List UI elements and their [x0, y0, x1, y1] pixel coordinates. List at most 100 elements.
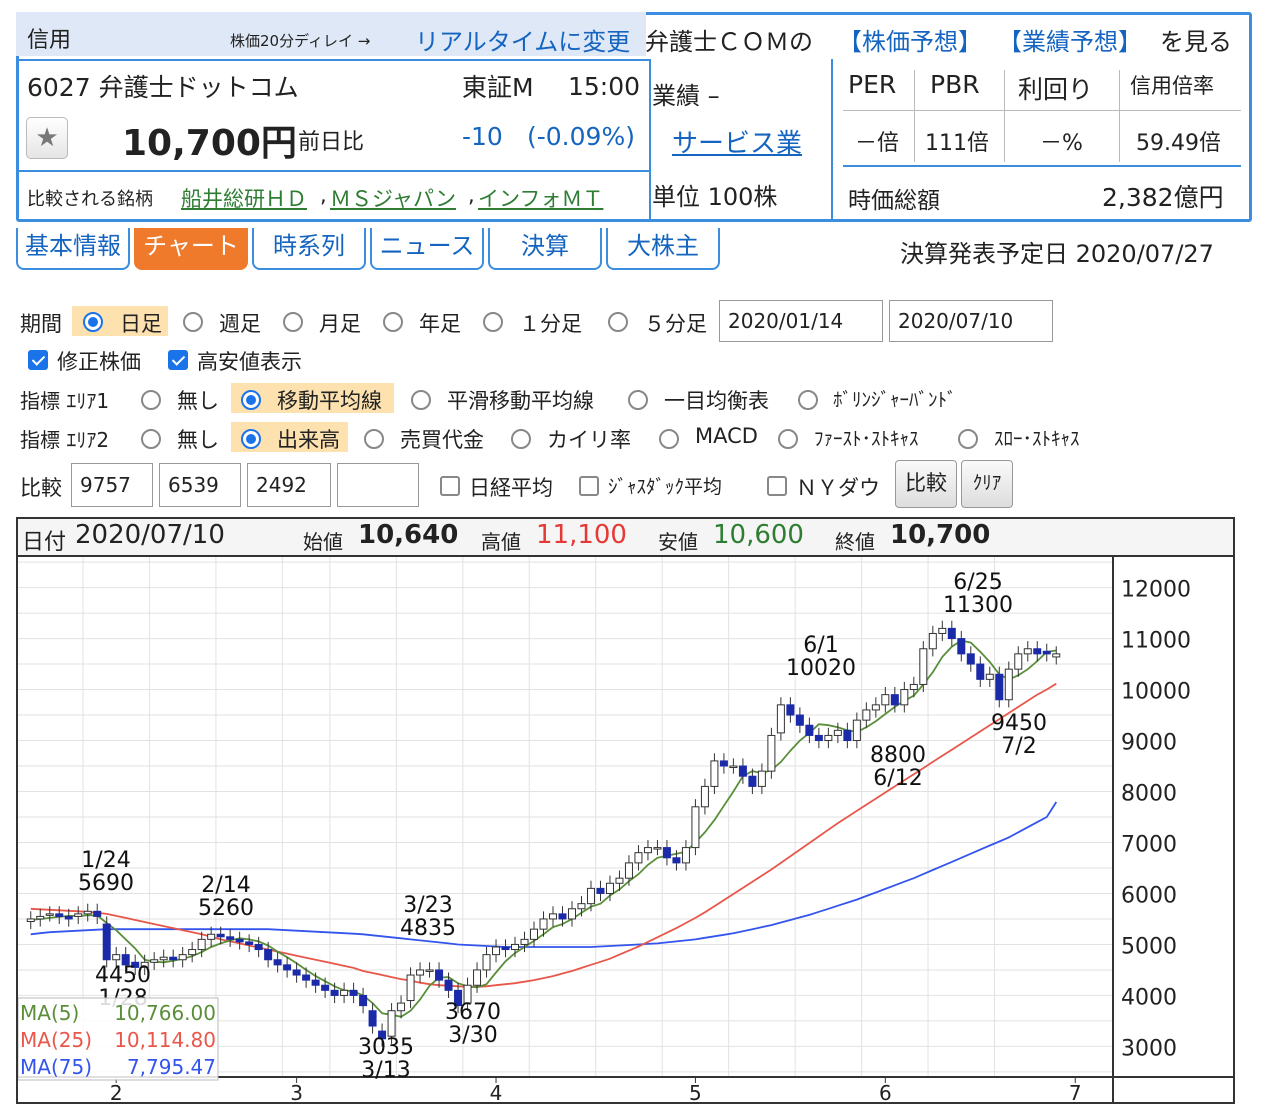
area2-radio-volume[interactable] — [241, 429, 261, 449]
candle-body — [776, 704, 785, 734]
ma25-line — [30, 682, 1057, 988]
area2-radio-turnover[interactable] — [364, 429, 384, 449]
jasdaq-label: ｼﾞｬｽﾀﾞｯｸ平均 — [608, 476, 723, 498]
compare-stock-link-3[interactable]: インフォＭＴ — [478, 183, 603, 213]
tab-major-shareholders[interactable]: 大株主 — [606, 228, 720, 270]
candle-body — [245, 941, 254, 945]
area2-radio-slow-stoch[interactable] — [958, 429, 978, 449]
period-radio-5min[interactable] — [608, 312, 628, 332]
candle-body — [681, 847, 690, 864]
candle-body — [235, 938, 244, 943]
tab-basic-info[interactable]: 基本情報 — [16, 228, 130, 270]
ma-legend-name: MA(25) — [20, 1028, 92, 1052]
candle-body — [292, 969, 301, 976]
trading-unit: 単位 100株 — [652, 183, 778, 211]
comma-separator: , — [468, 183, 475, 207]
annotation-label: 6/12 — [873, 766, 922, 791]
ohlc-high: 11,100 — [536, 520, 627, 550]
date-from-input[interactable] — [719, 300, 883, 342]
candle-body — [1004, 668, 1013, 701]
compare-code-input-4[interactable] — [337, 463, 419, 507]
candle-body — [995, 673, 1004, 701]
tab-timeseries[interactable]: 時系列 — [252, 228, 366, 270]
stock-forecast-link[interactable]: 【株価予想】 — [838, 22, 982, 57]
adjusted-price-checkbox[interactable] — [28, 350, 48, 370]
y-tick-label: 3000 — [1121, 1036, 1177, 1061]
annotation-label: 7/2 — [1001, 734, 1036, 759]
candle-body — [330, 989, 339, 996]
period-radio-daily[interactable] — [83, 312, 103, 332]
area1-ichimoku-label: 一目均衡表 — [664, 389, 769, 413]
sector-link[interactable]: サービス業 — [672, 123, 802, 160]
candle-body — [264, 949, 273, 961]
tab-earnings[interactable]: 決算 — [488, 228, 602, 270]
candle-body — [748, 775, 757, 787]
candle-body — [662, 847, 671, 859]
price-change: -10 — [462, 122, 503, 151]
annotation-label: 11300 — [943, 593, 1013, 618]
margin-ratio-header: 信用倍率 — [1130, 74, 1214, 98]
highlow-checkbox[interactable] — [168, 350, 188, 370]
clear-button[interactable]: ｸﾘｱ — [961, 460, 1013, 508]
candle-body — [767, 734, 776, 772]
period-radio-weekly[interactable] — [183, 312, 203, 332]
candle-body — [710, 760, 719, 787]
star-icon[interactable]: ★ — [26, 117, 68, 159]
area1-radio-ichimoku[interactable] — [628, 390, 648, 410]
tab-news[interactable]: ニュース — [370, 228, 484, 270]
compare-code-input-2[interactable] — [159, 463, 241, 507]
area1-ma-label: 移動平均線 — [277, 389, 382, 413]
candlestick-chart[interactable]: 12000 11000 10000 9000 8000 7000 6000 5000 4000 3… — [18, 557, 1233, 1104]
earnings-announce-date: 決算発表予定日 2020/07/27 — [900, 240, 1214, 268]
candle-body — [615, 877, 624, 884]
candle-body — [719, 760, 728, 767]
realtime-link[interactable]: リアルタイムに変更 — [415, 22, 630, 57]
period-radio-1min[interactable] — [483, 312, 503, 332]
current-price: 10,700円 — [122, 123, 297, 164]
annotation-label: 4450 — [95, 963, 151, 988]
jasdaq-checkbox[interactable] — [579, 476, 599, 496]
period-radio-monthly[interactable] — [283, 312, 303, 332]
x-tick-label: 2 — [110, 1081, 123, 1104]
credit-label: 信用 — [27, 28, 72, 53]
candle-body — [814, 734, 823, 742]
candle-body — [425, 969, 434, 972]
ohlc-date-label: 日付 — [22, 530, 67, 555]
candle-body — [492, 946, 501, 956]
dow-checkbox[interactable] — [767, 476, 787, 496]
y-tick-label: 4000 — [1121, 985, 1177, 1010]
candle-body — [368, 1010, 377, 1027]
area1-radio-bollinger[interactable] — [798, 390, 818, 410]
compare-button[interactable]: 比較 — [895, 460, 957, 508]
area2-radio-none[interactable] — [141, 429, 161, 449]
ohlc-close: 10,700 — [890, 520, 991, 550]
earnings-label: 業績 – — [652, 82, 720, 110]
candle-body — [938, 627, 947, 634]
compare-stock-link-1[interactable]: 船井総研ＨＤ — [181, 183, 307, 213]
area2-turnover-label: 売買代金 — [400, 428, 484, 452]
candle-body — [824, 734, 833, 742]
area1-radio-smoothed-ma[interactable] — [411, 390, 431, 410]
adjusted-price-label: 修正株価 — [57, 350, 141, 374]
area2-radio-deviation[interactable] — [511, 429, 531, 449]
area2-radio-fast-stoch[interactable] — [778, 429, 798, 449]
tab-chart[interactable]: チャート — [134, 228, 248, 270]
compare-code-input-1[interactable] — [71, 463, 153, 507]
date-to-input[interactable] — [889, 300, 1053, 342]
period-1min-label: １分足 — [519, 312, 582, 336]
delay-note: 株価20分ディレイ → — [230, 32, 371, 50]
candle-body — [26, 918, 35, 923]
compare-code-input-3[interactable] — [247, 463, 331, 507]
area1-radio-none[interactable] — [141, 390, 161, 410]
period-yearly-label: 年足 — [419, 312, 461, 336]
area1-radio-ma[interactable] — [241, 390, 261, 410]
price-change-pct: (-0.09%) — [527, 122, 635, 151]
compare-stock-link-2[interactable]: ＭＳジャパン — [330, 183, 456, 213]
ohlc-low-label: 安値 — [658, 530, 698, 554]
nikkei-checkbox[interactable] — [440, 476, 460, 496]
period-radio-yearly[interactable] — [383, 312, 403, 332]
comma-separator: , — [320, 183, 327, 207]
area2-radio-macd[interactable] — [659, 429, 679, 449]
earnings-forecast-link[interactable]: 【業績予想】 — [998, 22, 1142, 57]
candle-body — [283, 964, 292, 971]
